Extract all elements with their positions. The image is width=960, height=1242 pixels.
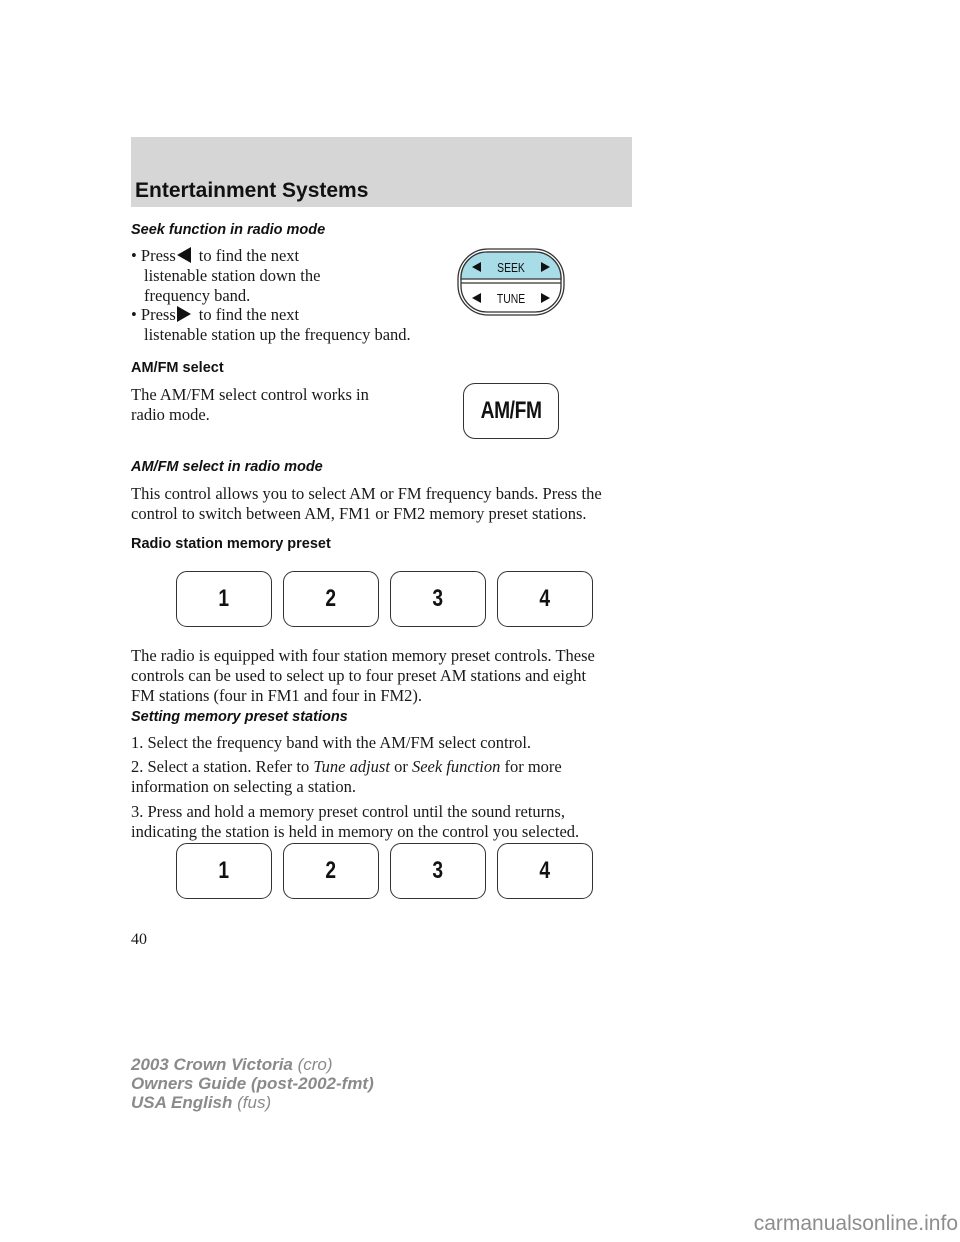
seek-heading: Seek function in radio mode <box>131 222 326 238</box>
seek-function-reference: Seek function <box>411 757 501 776</box>
bullet-text: frequency band. <box>144 286 251 305</box>
footer-model-code: (cro) <box>292 1055 333 1074</box>
seek-right-triangle-icon <box>176 306 191 322</box>
seek-tune-control[interactable]: SEEK TUNE <box>457 248 565 316</box>
amfm-radio-heading: AM/FM select in radio mode <box>131 459 323 475</box>
setting-step-2: 2. Select a station. Refer to Tune adjus… <box>131 757 562 797</box>
text-line: The AM/FM select control works in <box>131 385 369 404</box>
text-line: information on selecting a station. <box>131 777 356 796</box>
setting-heading: Setting memory preset stations <box>131 709 348 725</box>
section-header-band: Entertainment Systems <box>131 137 632 207</box>
text-line: radio mode. <box>131 405 210 424</box>
setting-step-1: 1. Select the frequency band with the AM… <box>131 733 532 752</box>
seek-label: SEEK <box>497 261 525 275</box>
bullet-prefix: Press <box>140 305 176 324</box>
bullet-prefix: Press <box>140 246 176 265</box>
amfm-heading: AM/FM select <box>131 360 224 376</box>
footer-guide: Owners Guide (post-2002-fmt) <box>131 1074 374 1093</box>
preset-button-3[interactable]: 3 <box>390 571 486 627</box>
preset-button-3[interactable]: 3 <box>390 843 486 899</box>
amfm-text: The AM/FM select control works in radio … <box>131 385 369 425</box>
tune-label: TUNE <box>497 292 525 306</box>
footer-language-code: (fus) <box>232 1093 272 1112</box>
preset-button-1[interactable]: 1 <box>176 843 272 899</box>
document-footer: 2003 Crown Victoria (cro) Owners Guide (… <box>131 1055 374 1112</box>
preset-button-4[interactable]: 4 <box>497 571 593 627</box>
bullet-dot: • <box>131 305 137 324</box>
tune-adjust-reference: Tune adjust <box>313 757 390 776</box>
bullet-text: to find the next <box>198 305 300 324</box>
seek-left-triangle-icon <box>176 247 191 263</box>
amfm-button-label: AM/FM <box>480 397 542 424</box>
text-line: FM stations (four in FM1 and four in FM2… <box>131 686 423 705</box>
text-line: indicating the station is held in memory… <box>131 822 580 841</box>
seek-bullet-1: • Press to find the next listenable stati… <box>131 246 320 306</box>
text: for more <box>500 757 562 776</box>
preset-label: 4 <box>539 857 551 884</box>
preset-button-4[interactable]: 4 <box>497 843 593 899</box>
text: 2. Select a station. Refer to <box>131 757 314 776</box>
preset-label: 2 <box>325 585 337 612</box>
text: or <box>389 757 412 776</box>
amfm-radio-text: This control allows you to select AM or … <box>131 484 602 524</box>
bullet-dot: • <box>131 246 137 265</box>
preset-button-2[interactable]: 2 <box>283 571 379 627</box>
text-line: 3. Press and hold a memory preset contro… <box>131 802 565 821</box>
preset-label: 3 <box>432 585 444 612</box>
text-line: controls can be used to select up to fou… <box>131 666 587 685</box>
preset-button-2[interactable]: 2 <box>283 843 379 899</box>
preset-label: 1 <box>218 857 230 884</box>
bullet-text: listenable station down the <box>144 266 321 285</box>
presets-text: The radio is equipped with four station … <box>131 646 595 706</box>
seek-bullet-2: • Press to find the next listenable stati… <box>131 305 411 345</box>
presets-heading: Radio station memory preset <box>131 536 331 552</box>
preset-button-1[interactable]: 1 <box>176 571 272 627</box>
amfm-button[interactable]: AM/FM <box>463 383 559 439</box>
bullet-text: to find the next <box>198 246 300 265</box>
preset-label: 2 <box>325 857 337 884</box>
watermark: carmanualsonline.info <box>753 1212 958 1235</box>
preset-label: 4 <box>539 585 551 612</box>
page-number: 40 <box>131 931 147 948</box>
text-line: The radio is equipped with four station … <box>131 646 595 665</box>
bullet-text: listenable station up the frequency band… <box>144 325 411 344</box>
preset-label: 3 <box>432 857 444 884</box>
preset-label: 1 <box>218 585 230 612</box>
text-line: This control allows you to select AM or … <box>131 484 602 503</box>
text-line: control to switch between AM, FM1 or FM2… <box>131 504 587 523</box>
preset-buttons-row: 1 2 3 4 <box>176 571 596 627</box>
preset-buttons-row-2: 1 2 3 4 <box>176 843 596 899</box>
footer-model: 2003 Crown Victoria <box>131 1055 293 1074</box>
section-title: Entertainment Systems <box>135 179 369 202</box>
setting-step-3: 3. Press and hold a memory preset contro… <box>131 802 579 842</box>
footer-language: USA English <box>131 1093 233 1112</box>
